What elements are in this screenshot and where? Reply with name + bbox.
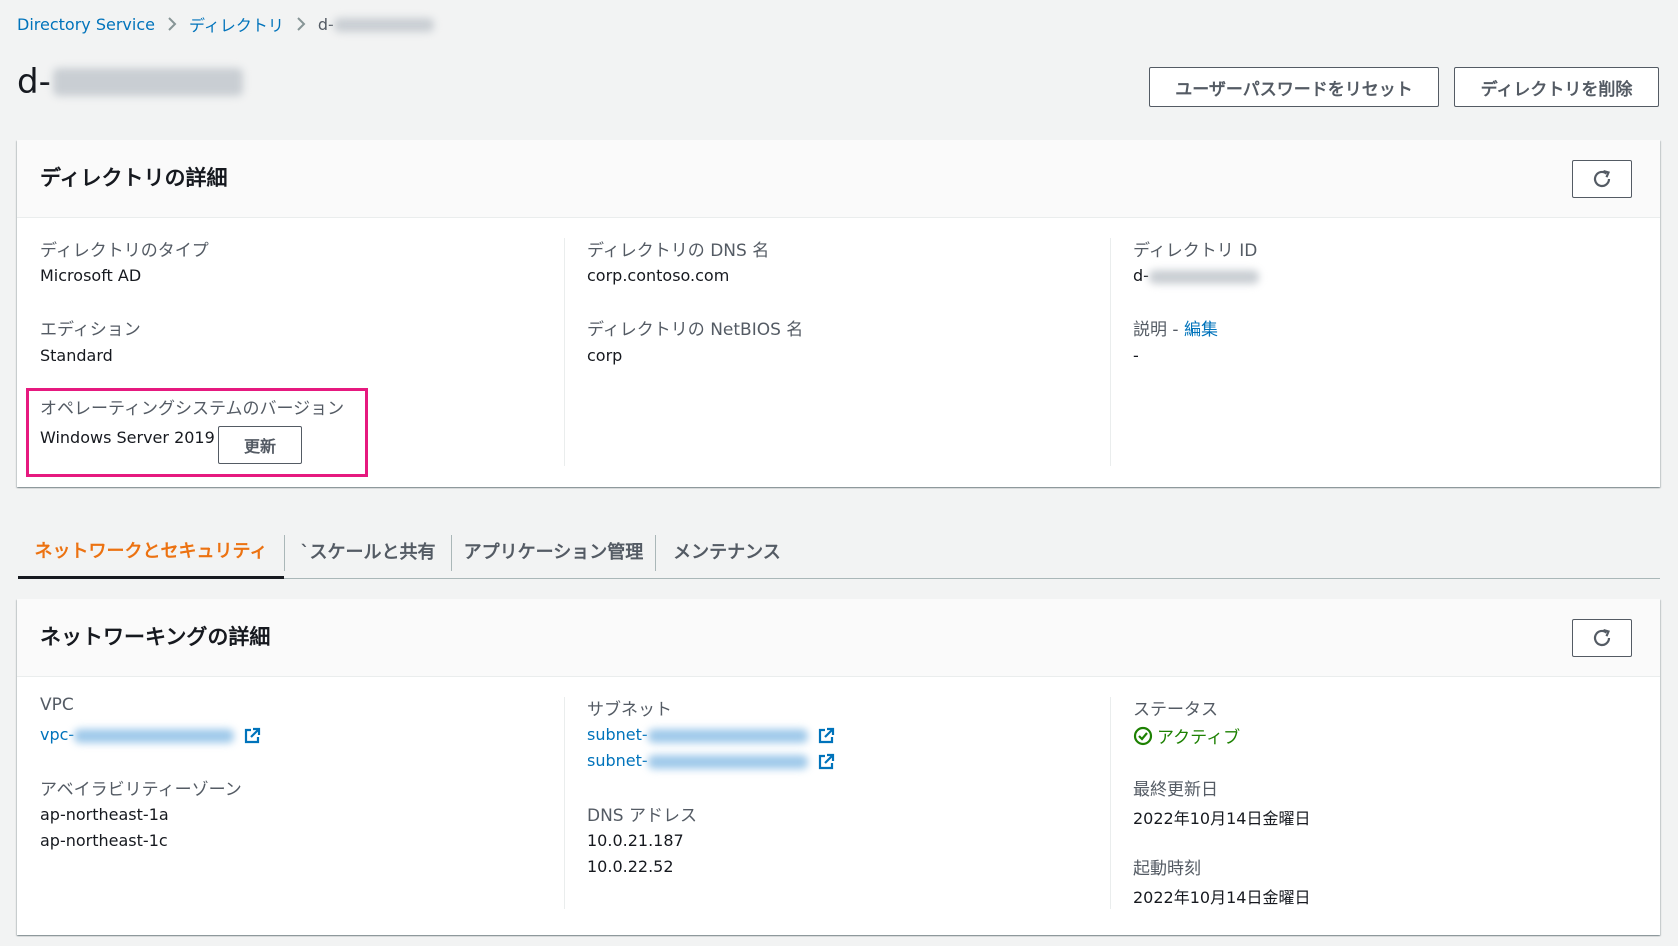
redacted-vpc-id bbox=[74, 728, 235, 743]
netbios-label: ディレクトリの NetBIOS 名 bbox=[587, 320, 804, 340]
directory-id-value: d- bbox=[1133, 266, 1259, 285]
vpc-label: VPC bbox=[40, 695, 74, 715]
panel-title: ディレクトリの詳細 bbox=[40, 166, 228, 190]
reset-password-button[interactable]: ユーザーパスワードをリセット bbox=[1149, 67, 1439, 107]
description-value: - bbox=[1133, 346, 1139, 365]
edition-label: エディション bbox=[40, 320, 141, 340]
description-edit-link[interactable]: 編集 bbox=[1184, 320, 1218, 340]
redacted-id bbox=[333, 18, 434, 32]
refresh-button[interactable] bbox=[1572, 619, 1632, 657]
column-divider bbox=[564, 697, 565, 909]
chevron-right-icon bbox=[296, 16, 306, 32]
tab-app-management[interactable]: アプリケーション管理 bbox=[452, 523, 655, 579]
last-updated-value: 2022年10月14日金曜日 bbox=[1133, 809, 1311, 828]
redacted-title bbox=[52, 68, 243, 96]
external-link-icon bbox=[818, 753, 834, 769]
check-circle-icon bbox=[1133, 726, 1153, 745]
tab-maintenance[interactable]: メンテナンス bbox=[656, 523, 798, 579]
az-label: アベイラビリティーゾーン bbox=[40, 780, 242, 800]
description-label-row: 説明 - 編集 bbox=[1133, 315, 1218, 340]
az-value-1: ap-northeast-1a bbox=[40, 805, 169, 824]
breadcrumb-directory[interactable]: ディレクトリ bbox=[189, 12, 284, 36]
description-label: 説明 - bbox=[1133, 320, 1184, 340]
directory-type-value: Microsoft AD bbox=[40, 266, 142, 285]
breadcrumb-current: d- bbox=[318, 15, 434, 34]
refresh-icon bbox=[1593, 628, 1611, 647]
dns-name-value: corp.contoso.com bbox=[587, 266, 730, 285]
redacted-id bbox=[1148, 269, 1259, 284]
column-divider bbox=[564, 238, 565, 466]
external-link-icon bbox=[818, 727, 834, 743]
subnet-prefix[interactable]: subnet- bbox=[587, 725, 648, 744]
redacted-subnet-id bbox=[647, 754, 808, 769]
page-title-row: d- bbox=[17, 62, 243, 102]
edition-value: Standard bbox=[40, 346, 113, 365]
directory-id-prefix: d- bbox=[1133, 266, 1149, 285]
panel-title: ネットワーキングの詳細 bbox=[40, 625, 271, 649]
launch-time-label: 起動時刻 bbox=[1133, 859, 1201, 879]
dns-address-1: 10.0.21.187 bbox=[587, 831, 684, 850]
redacted-subnet-id bbox=[647, 728, 808, 743]
column-divider bbox=[1110, 238, 1111, 466]
az-value-2: ap-northeast-1c bbox=[40, 831, 168, 850]
subnet-link-1[interactable]: subnet- bbox=[587, 725, 835, 745]
dns-name-label: ディレクトリの DNS 名 bbox=[587, 241, 770, 261]
os-version-highlight bbox=[26, 388, 368, 477]
breadcrumb: Directory Service ディレクトリ d- bbox=[17, 12, 434, 36]
chevron-right-icon bbox=[167, 16, 177, 32]
tab-scale-sharing[interactable]: `スケールと共有 bbox=[285, 523, 451, 579]
update-os-button[interactable]: 更新 bbox=[218, 426, 302, 464]
refresh-icon bbox=[1593, 169, 1611, 188]
status-label: ステータス bbox=[1133, 700, 1218, 720]
dns-address-2: 10.0.22.52 bbox=[587, 857, 674, 876]
tab-bar: ネットワークとセキュリティ `スケールと共有 アプリケーション管理 メンテナンス bbox=[18, 523, 1660, 579]
status-text: アクティブ bbox=[1157, 728, 1241, 748]
panel-header: ネットワーキングの詳細 bbox=[17, 599, 1660, 677]
refresh-button[interactable] bbox=[1572, 160, 1632, 198]
launch-time-value: 2022年10月14日金曜日 bbox=[1133, 888, 1311, 907]
directory-type-label: ディレクトリのタイプ bbox=[40, 241, 209, 261]
breadcrumb-directory-service[interactable]: Directory Service bbox=[17, 15, 155, 34]
page-title: d- bbox=[17, 62, 51, 102]
vpc-prefix[interactable]: vpc- bbox=[40, 725, 74, 744]
status-value: アクティブ bbox=[1133, 723, 1240, 748]
networking-details-panel: ネットワーキングの詳細 VPC vpc- アベイラビリティーゾーン ap-nor… bbox=[17, 599, 1660, 935]
panel-header: ディレクトリの詳細 bbox=[17, 140, 1660, 218]
subnet-label: サブネット bbox=[587, 700, 672, 720]
delete-directory-button[interactable]: ディレクトリを削除 bbox=[1454, 67, 1659, 107]
subnet-prefix[interactable]: subnet- bbox=[587, 751, 648, 770]
netbios-value: corp bbox=[587, 346, 623, 365]
dns-address-label: DNS アドレス bbox=[587, 806, 698, 826]
directory-id-label: ディレクトリ ID bbox=[1133, 241, 1258, 261]
breadcrumb-current-prefix: d- bbox=[317, 14, 334, 34]
last-updated-label: 最終更新日 bbox=[1133, 780, 1218, 800]
external-link-icon bbox=[245, 727, 261, 743]
vpc-link[interactable]: vpc- bbox=[40, 725, 261, 745]
subnet-link-2[interactable]: subnet- bbox=[587, 751, 835, 771]
tab-network-security[interactable]: ネットワークとセキュリティ bbox=[18, 523, 284, 579]
column-divider bbox=[1110, 697, 1111, 909]
